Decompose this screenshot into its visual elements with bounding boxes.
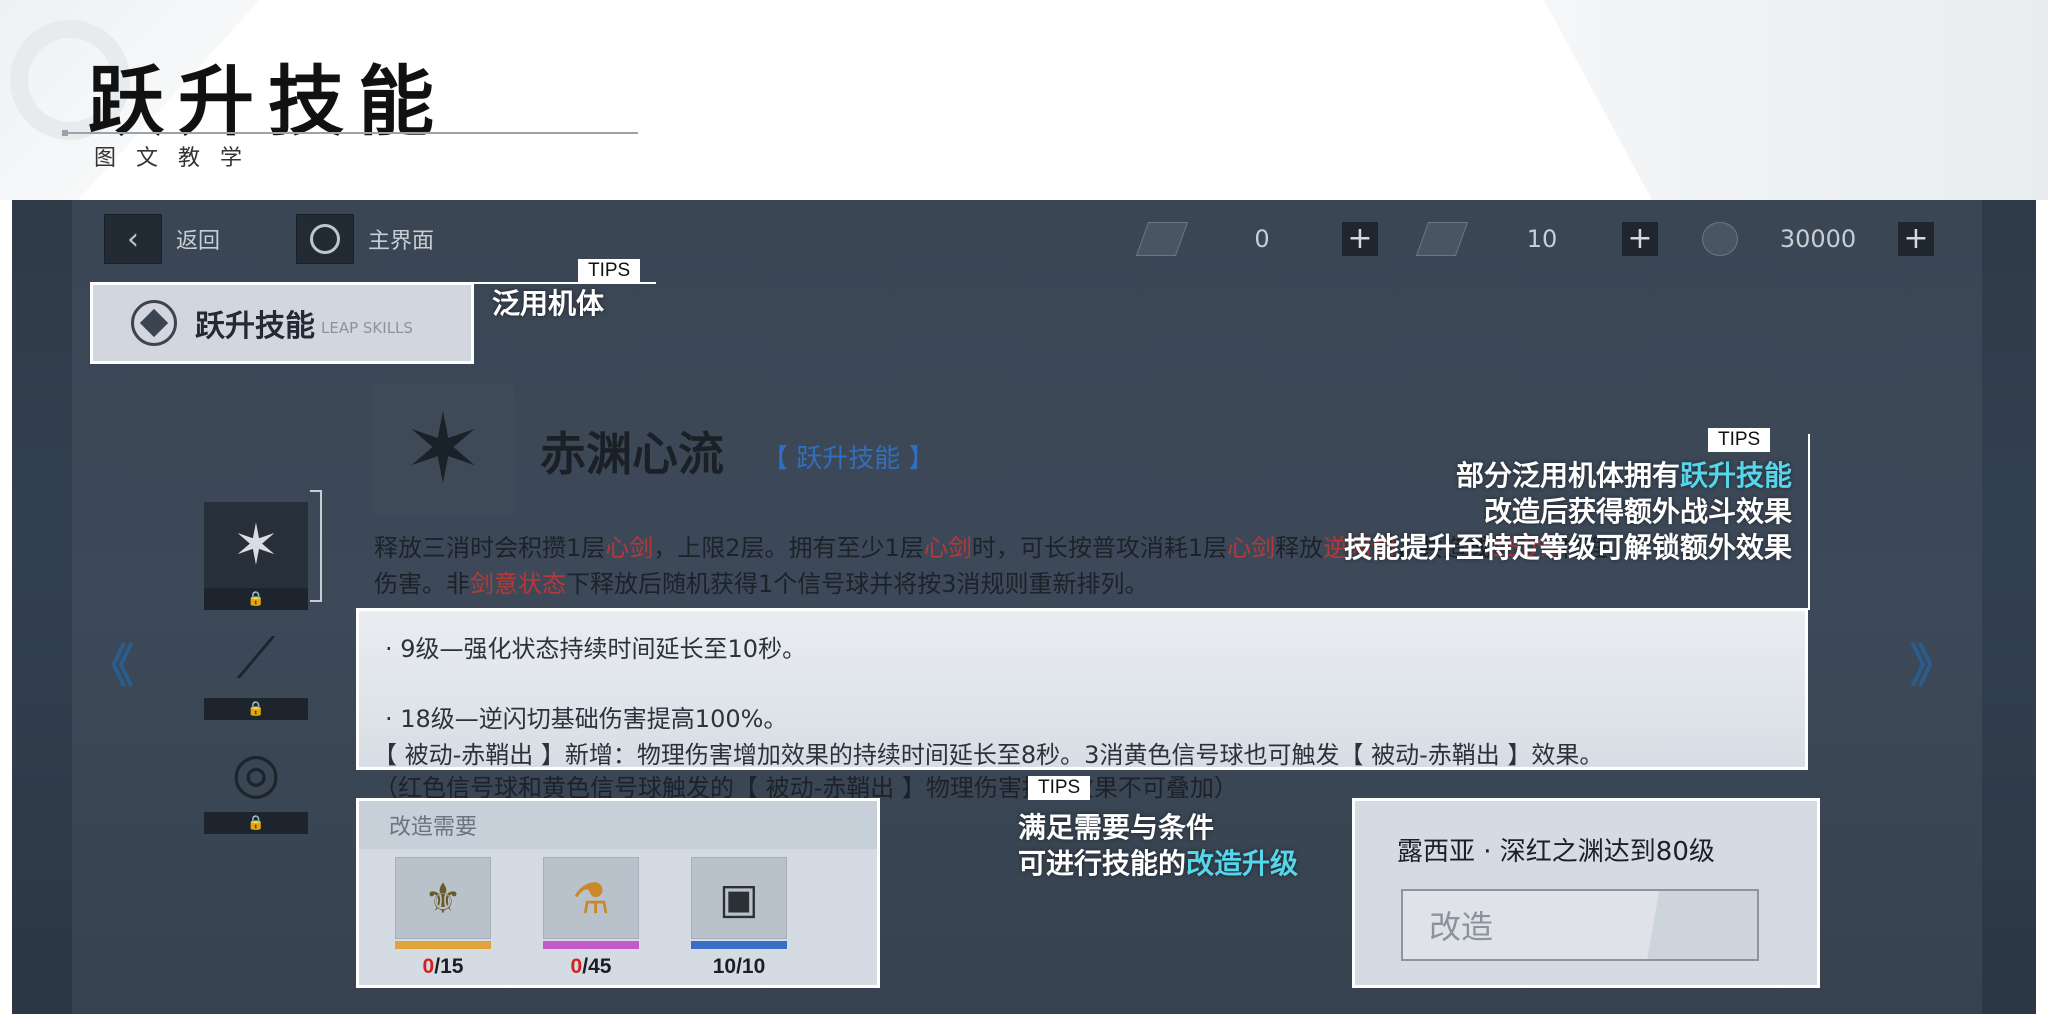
crystal-icon (1135, 222, 1189, 256)
rarity-bar (395, 941, 491, 949)
desc-line-2: 伤害。非剑意状态下释放后随机获得1个信号球并将按3消规则重新排列。 (374, 570, 1149, 598)
requirement-item[interactable]: ⚗ 0/45 (543, 857, 639, 979)
upgrade-level-9: · 9级—强化状态持续时间延长至10秒。 (385, 635, 807, 663)
page-subtitle: 图文教学 (94, 146, 263, 171)
back-label: 返回 (176, 229, 221, 254)
lock-icon: 🔒 (204, 698, 308, 720)
leap-tab-title: 跃升技能 (195, 309, 315, 344)
header-decor-shape (1544, 0, 2048, 200)
skill-slot-3[interactable]: ◎ 🔒 (204, 734, 308, 834)
skill-emblem-icon: ✶ (372, 384, 514, 514)
resource-crystal: 0 + (1135, 222, 1378, 256)
requirement-item[interactable]: ⚜ 0/15 (395, 857, 491, 979)
requirement-count: 10/10 (712, 955, 766, 978)
resource-value: 0 (1254, 225, 1270, 253)
tip1-text: 泛用机体 (492, 287, 605, 320)
material-vial-icon: ⚗ (543, 857, 639, 939)
upgrade-effects-panel: · 9级—强化状态持续时间延长至10秒。 · 18级—逆闪切基础伤害提高100%… (356, 608, 1808, 770)
add-crystal-button[interactable]: + (1342, 222, 1378, 256)
tip3-text: 满足需要与条件 可进行技能的改造升级 (1018, 811, 1299, 880)
leap-skills-tab[interactable]: 跃升技能 LEAP SKILLS (90, 282, 474, 364)
selection-bracket (310, 490, 322, 602)
rarity-bar (691, 941, 787, 949)
add-card-button[interactable]: + (1622, 222, 1658, 256)
skill-blade-icon: ⟋ (236, 626, 276, 691)
title-divider-dot (62, 130, 68, 136)
requirements-header: 改造需要 (359, 801, 877, 849)
requirement-count: 0/45 (570, 955, 612, 978)
tip2-connector (1808, 434, 1810, 610)
skill-type-tag: 【 跃升技能 】 (762, 444, 935, 474)
home-button[interactable]: 主界面 (296, 214, 434, 264)
home-circle-icon (296, 214, 354, 264)
material-chip-icon: ▣ (691, 857, 787, 939)
next-arrow-icon[interactable]: 》 (1910, 630, 1956, 696)
rarity-bar (543, 941, 639, 949)
tip3-tag: TIPS (1028, 776, 1091, 800)
skill-orbit-icon: ◎ (231, 740, 281, 806)
coin-icon (1702, 222, 1738, 256)
resource-card: 10 + (1415, 222, 1658, 256)
add-coin-button[interactable]: + (1898, 222, 1934, 256)
requirement-item[interactable]: ▣ 10/10 (691, 857, 787, 979)
condition-panel: 露西亚 · 深红之渊达到80级 改造 (1352, 798, 1820, 988)
upgrade-button[interactable]: 改造 (1401, 889, 1759, 961)
requirements-panel: 改造需要 ⚜ 0/15 ⚗ 0/45 ▣ 10/10 (356, 798, 880, 988)
prev-arrow-icon[interactable]: 《 (88, 630, 134, 696)
resource-value: 10 (1526, 225, 1558, 253)
skill-slot-1[interactable]: ✶ 🔒 (204, 502, 308, 610)
upgrade-passive-note: 【 被动-赤鞘出 】新增：物理伤害增加效果的持续时间延长至8秒。3消黄色信号球也… (373, 741, 1604, 769)
back-button[interactable]: ‹ 返回 (104, 214, 220, 264)
lock-icon: 🔒 (204, 588, 308, 610)
resource-value: 30000 (1779, 225, 1857, 253)
leap-skill-icon (131, 300, 177, 346)
title-divider (64, 132, 638, 134)
skill-star-icon: ✶ (204, 502, 308, 588)
leap-tab-subtitle: LEAP SKILLS (321, 319, 413, 337)
tip2-text: 部分泛用机体拥有跃升技能 改造后获得额外战斗效果 技能提升至特定等级可解锁额外效… (1343, 459, 1792, 564)
home-label: 主界面 (368, 229, 435, 254)
card-icon (1415, 222, 1469, 256)
tip2-tag: TIPS (1708, 428, 1771, 452)
back-arrow-icon: ‹ (104, 214, 162, 264)
lock-icon: 🔒 (204, 812, 308, 834)
upgrade-level-18: · 18级—逆闪切基础伤害提高100%。 (385, 705, 788, 733)
skill-slot-2[interactable]: ⟋ 🔒 (204, 620, 308, 720)
skill-name: 赤渊心流 (540, 427, 724, 481)
tip1-tag: TIPS (578, 259, 641, 283)
material-gold-icon: ⚜ (395, 857, 491, 939)
game-screenshot: ‹ 返回 主界面 0 + 10 + 30000 + 跃升技能 LEAP SKIL… (12, 200, 2036, 1014)
resource-coin: 30000 + (1702, 222, 1934, 256)
requirement-count: 0/15 (422, 955, 464, 978)
condition-text: 露西亚 · 深红之渊达到80级 (1397, 837, 1715, 867)
